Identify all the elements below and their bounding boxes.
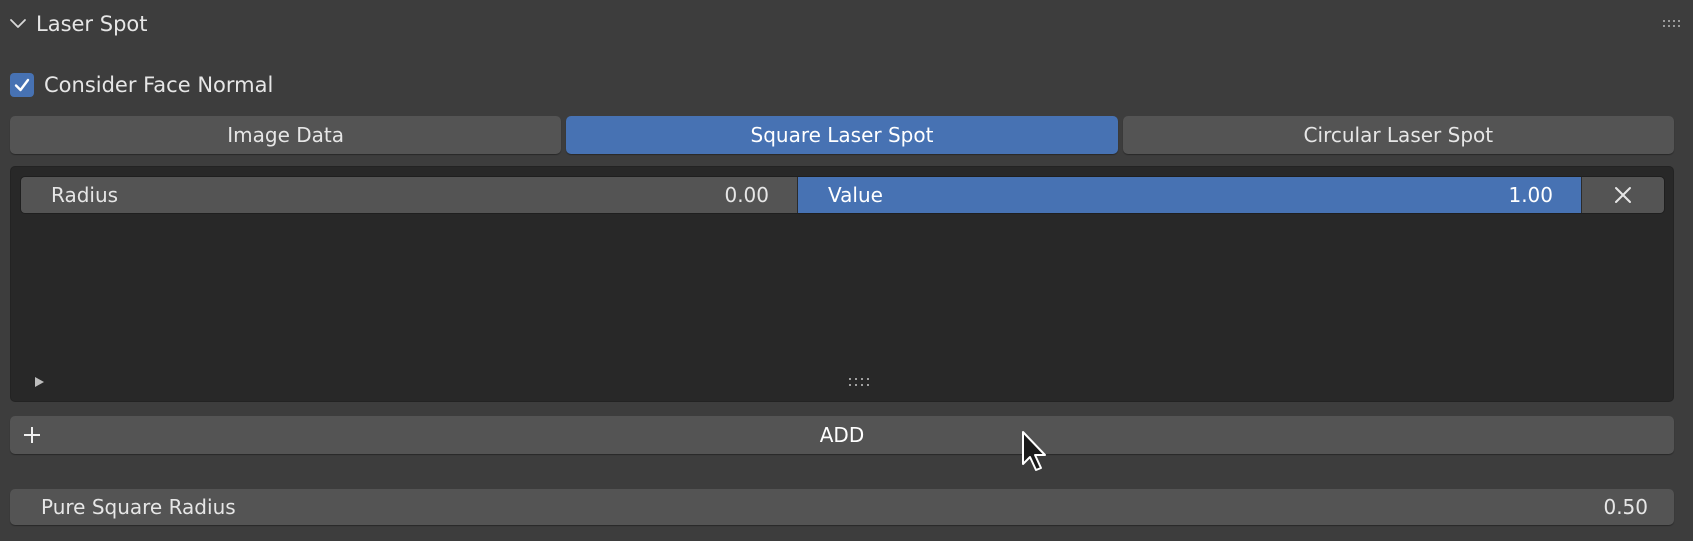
list-item: Radius 0.00 Value 1.00 [20,176,1665,214]
pure-square-radius-label: Pure Square Radius [41,495,236,519]
radius-value: 0.00 [724,183,769,207]
pure-square-radius-field[interactable]: Pure Square Radius 0.50 [10,489,1674,525]
add-button[interactable]: ADD [10,416,1674,454]
consider-face-normal-checkbox[interactable] [10,73,34,97]
spot-type-tabs: Image Data Square Laser Spot Circular La… [10,116,1674,154]
pure-square-radius-value: 0.50 [1603,495,1648,519]
radius-field[interactable]: Radius 0.00 [21,177,797,213]
remove-item-button[interactable] [1581,177,1664,213]
resize-grip-icon[interactable] [847,375,873,389]
checkmark-icon [14,78,30,92]
tab-circular-laser-spot[interactable]: Circular Laser Spot [1122,116,1674,154]
tab-square-laser-spot[interactable]: Square Laser Spot [566,116,1118,154]
expand-arrow-icon[interactable] [32,375,46,389]
consider-face-normal-label: Consider Face Normal [44,73,274,97]
tab-image-data[interactable]: Image Data [10,116,562,154]
close-icon [1615,187,1631,203]
add-button-label: ADD [819,423,865,447]
value-field[interactable]: Value 1.00 [797,177,1581,213]
radius-label: Radius [51,183,119,207]
plus-icon [24,427,40,443]
consider-face-normal-row[interactable]: Consider Face Normal [10,72,273,98]
chevron-down-icon[interactable] [8,14,28,34]
spot-list: Radius 0.00 Value 1.00 [10,166,1674,402]
drag-grip-icon[interactable] [1661,14,1685,34]
value-label: Value [828,183,883,207]
panel-header[interactable]: Laser Spot [0,0,1693,48]
value-value: 1.00 [1508,183,1553,207]
mouse-cursor-icon [1022,431,1046,471]
panel-title: Laser Spot [36,12,148,36]
